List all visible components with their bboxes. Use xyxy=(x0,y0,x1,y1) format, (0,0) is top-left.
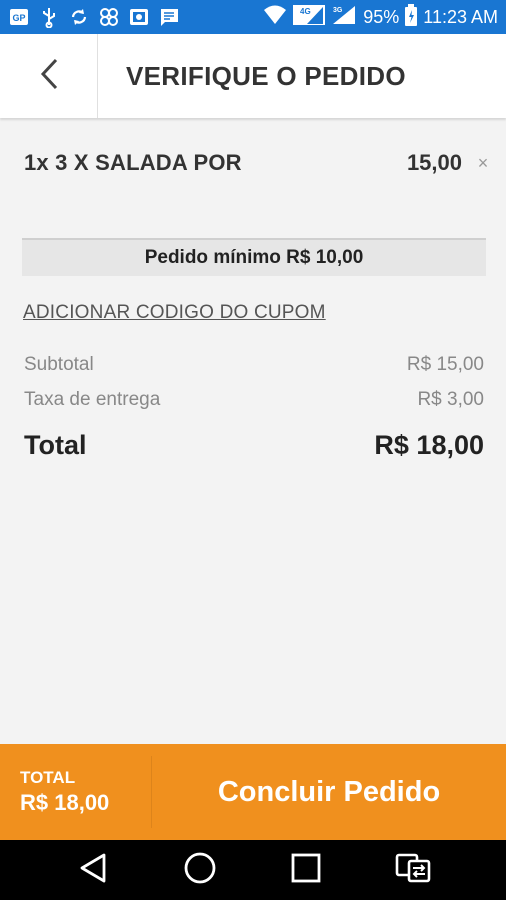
message-icon xyxy=(158,6,180,28)
photo-icon xyxy=(128,6,150,28)
app-header: VERIFIQUE O PEDIDO xyxy=(0,34,506,118)
wifi-icon xyxy=(263,4,287,31)
order-item-row: 1x 3 X SALADA POR 15,00 × xyxy=(24,148,494,178)
clock: 11:23 AM xyxy=(423,6,498,27)
system-nav-bar xyxy=(0,840,506,900)
wifi-hotspot-icon: GP xyxy=(8,6,30,28)
nav-recents-button[interactable] xyxy=(281,845,331,895)
add-coupon-link[interactable]: ADICIONAR CODIGO DO CUPOM xyxy=(23,302,326,324)
signal-3g-icon: 3G xyxy=(331,4,357,31)
item-price: 15,00 xyxy=(406,150,462,175)
subtotal-row: Subtotal R$ 15,00 xyxy=(24,354,484,376)
svg-text:4G: 4G xyxy=(300,7,311,16)
subtotal-value: R$ 15,00 xyxy=(406,354,484,375)
usb-icon xyxy=(38,6,60,28)
order-review: 1x 3 X SALADA POR 15,00 × Pedido mínimo … xyxy=(0,118,506,744)
status-bar: GP 4G 3G 95% 11:23 AM xyxy=(0,0,506,34)
checkout-total: TOTAL R$ 18,00 xyxy=(0,756,152,828)
square-recents-icon xyxy=(290,852,322,889)
signal-4g-icon: 4G xyxy=(293,4,326,31)
item-name: 1x 3 X SALADA POR xyxy=(24,150,242,175)
nav-back-button[interactable] xyxy=(68,845,118,895)
svg-text:3G: 3G xyxy=(333,7,343,14)
subtotal-label: Subtotal xyxy=(24,354,94,375)
circle-home-icon xyxy=(183,851,217,890)
page-title: VERIFIQUE O PEDIDO xyxy=(126,60,406,91)
total-label: Total xyxy=(24,430,87,460)
remove-item-button[interactable]: × xyxy=(472,153,494,174)
checkout-total-amount: R$ 18,00 xyxy=(20,790,110,815)
back-button[interactable] xyxy=(0,34,98,118)
app-icon xyxy=(98,6,120,28)
delivery-fee-row: Taxa de entrega R$ 3,00 xyxy=(24,389,484,411)
nav-switch-button[interactable] xyxy=(388,845,438,895)
nav-home-button[interactable] xyxy=(175,845,225,895)
triangle-back-icon xyxy=(78,852,108,889)
switch-screen-icon xyxy=(394,852,432,889)
back-arrow-icon xyxy=(38,57,60,96)
checkout-bar[interactable]: TOTAL R$ 18,00 Concluir Pedido xyxy=(0,744,506,840)
battery-icon xyxy=(405,3,418,31)
battery-percent: 95% xyxy=(363,6,400,27)
checkout-total-label: TOTAL xyxy=(20,768,76,787)
delivery-fee-label: Taxa de entrega xyxy=(24,389,161,410)
total-value: R$ 18,00 xyxy=(374,430,484,460)
total-row: Total R$ 18,00 xyxy=(24,430,484,461)
conclude-order-button[interactable]: Concluir Pedido xyxy=(152,776,506,809)
sync-icon xyxy=(68,6,90,28)
minimum-order-banner: Pedido mínimo R$ 10,00 xyxy=(22,238,486,276)
svg-text:GP: GP xyxy=(12,13,25,23)
delivery-fee-value: R$ 3,00 xyxy=(417,389,484,410)
